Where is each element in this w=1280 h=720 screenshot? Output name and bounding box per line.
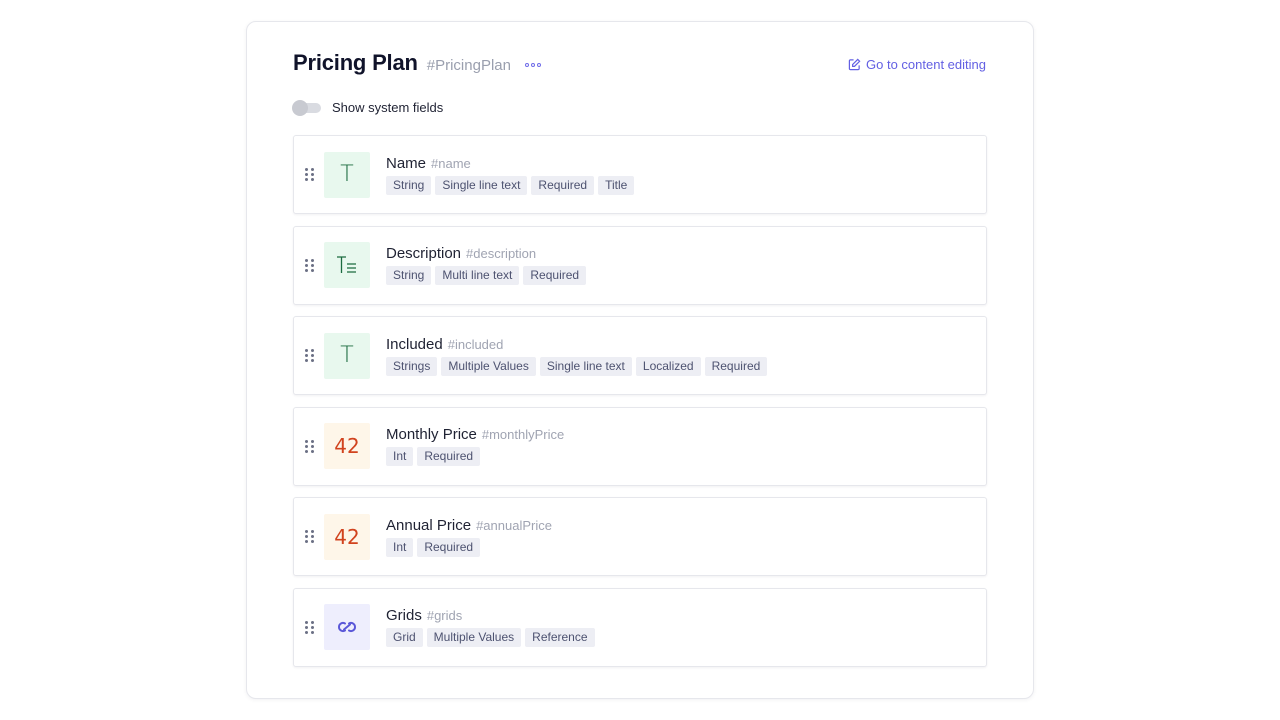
more-dot-icon: [536, 63, 541, 67]
field-name: Name: [386, 154, 427, 172]
field-name: Annual Price: [386, 516, 472, 534]
field-tag: String: [386, 266, 432, 286]
field-tags: Int Required: [386, 537, 552, 557]
field-tag: Int: [386, 447, 414, 467]
field-tag: Required: [417, 447, 481, 467]
field-api-id: #included: [447, 336, 504, 352]
field-tag: Title: [598, 175, 635, 195]
field-tag: Multi line text: [435, 266, 520, 286]
field-tag: Strings: [386, 356, 438, 376]
field-tags: String Multi line text Required: [386, 266, 587, 286]
field-tag: Required: [523, 266, 587, 286]
field-api-id: #monthlyPrice: [481, 427, 565, 443]
drag-handle[interactable]: [294, 530, 324, 544]
drag-handle[interactable]: [294, 620, 324, 634]
drag-handle-icon: [304, 258, 314, 272]
toggle-knob: [292, 99, 308, 116]
field-tag: Single line text: [539, 356, 632, 376]
field-tag: Int: [386, 537, 414, 557]
drag-handle-icon: [304, 620, 314, 634]
field-card-description[interactable]: Description #description String Multi li…: [293, 225, 987, 305]
field-card-name[interactable]: T Name #name String Single line text Req…: [293, 135, 987, 214]
multi-line-text-icon: [324, 242, 370, 289]
integer-icon: 42: [324, 423, 370, 470]
edit-icon: [848, 58, 861, 70]
field-tag: Required: [531, 175, 595, 195]
system-fields-toggle[interactable]: [292, 99, 321, 116]
field-tags: String Single line text Required Title: [386, 175, 635, 195]
drag-handle[interactable]: [294, 349, 324, 363]
field-api-id: #annualPrice: [476, 517, 552, 533]
field-name: Description: [386, 245, 462, 263]
drag-handle[interactable]: [294, 258, 324, 272]
field-api-id: #name: [431, 155, 471, 171]
drag-handle[interactable]: [294, 439, 324, 453]
page-title: Pricing Plan: [293, 50, 418, 75]
reference-link-icon: [324, 604, 370, 651]
field-tag: Multiple Values: [426, 628, 522, 648]
more-options-button[interactable]: [524, 63, 541, 67]
integer-icon: 42: [324, 513, 370, 560]
drag-handle-icon: [304, 168, 314, 181]
schema-header: Pricing Plan #PricingPlan Go to content …: [293, 48, 986, 78]
more-dot-icon: [530, 63, 535, 67]
field-tag: String: [386, 175, 432, 195]
drag-handle-icon: [304, 530, 314, 544]
field-tags: Strings Multiple Values Single line text…: [386, 356, 768, 376]
field-tag: Reference: [525, 628, 595, 648]
field-tag: Single line text: [435, 175, 528, 195]
single-line-text-icon: T: [324, 332, 370, 379]
schema-panel: Pricing Plan #PricingPlan Go to content …: [246, 21, 1034, 699]
field-card-grids[interactable]: Grids #grids Grid Multiple Values Refere…: [293, 587, 987, 667]
more-dot-icon: [524, 63, 529, 67]
field-api-id: #description: [466, 246, 537, 262]
model-api-id: #PricingPlan: [426, 56, 511, 74]
field-list: T Name #name String Single line text Req…: [293, 135, 987, 679]
drag-handle-icon: [304, 349, 314, 363]
go-to-content-editing-link[interactable]: Go to content editing: [848, 57, 986, 72]
field-tag: Localized: [635, 356, 701, 376]
system-fields-label: Show system fields: [332, 100, 444, 115]
field-tag: Required: [417, 537, 481, 557]
edit-link-label: Go to content editing: [866, 56, 986, 72]
field-card-annual-price[interactable]: 42 Annual Price #annualPrice Int Require…: [293, 497, 987, 577]
drag-handle[interactable]: [294, 168, 324, 181]
field-tag: Multiple Values: [441, 356, 536, 376]
field-name: Grids: [386, 607, 422, 625]
system-fields-toggle-row: Show system fields: [292, 99, 444, 116]
field-card-included[interactable]: T Included #included Strings Multiple Va…: [293, 316, 987, 396]
field-tags: Grid Multiple Values Reference: [386, 628, 595, 648]
field-tag: Required: [704, 356, 768, 376]
field-name: Monthly Price: [386, 426, 477, 444]
field-tag: Grid: [386, 628, 423, 648]
field-card-monthly-price[interactable]: 42 Monthly Price #monthlyPrice Int Requi…: [293, 406, 987, 486]
field-api-id: #grids: [426, 608, 463, 624]
drag-handle-icon: [304, 439, 314, 453]
field-tags: Int Required: [386, 447, 564, 467]
field-name: Included: [386, 335, 443, 353]
single-line-text-icon: T: [324, 151, 370, 198]
